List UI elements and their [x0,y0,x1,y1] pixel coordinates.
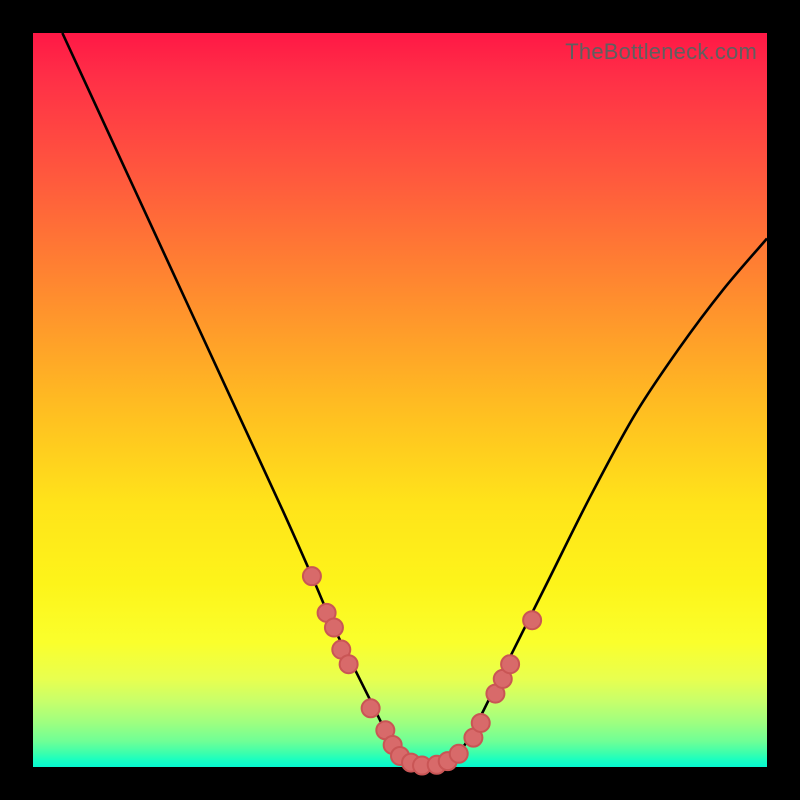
data-marker [325,619,343,637]
data-marker [523,611,541,629]
data-marker [501,655,519,673]
data-marker [362,699,380,717]
bottleneck-curve [62,33,767,767]
plot-area: TheBottleneck.com [33,33,767,767]
marker-group [303,567,541,774]
data-marker [450,745,468,763]
chart-frame: TheBottleneck.com [0,0,800,800]
data-marker [472,714,490,732]
data-marker [303,567,321,585]
data-marker [340,655,358,673]
curve-svg [33,33,767,767]
